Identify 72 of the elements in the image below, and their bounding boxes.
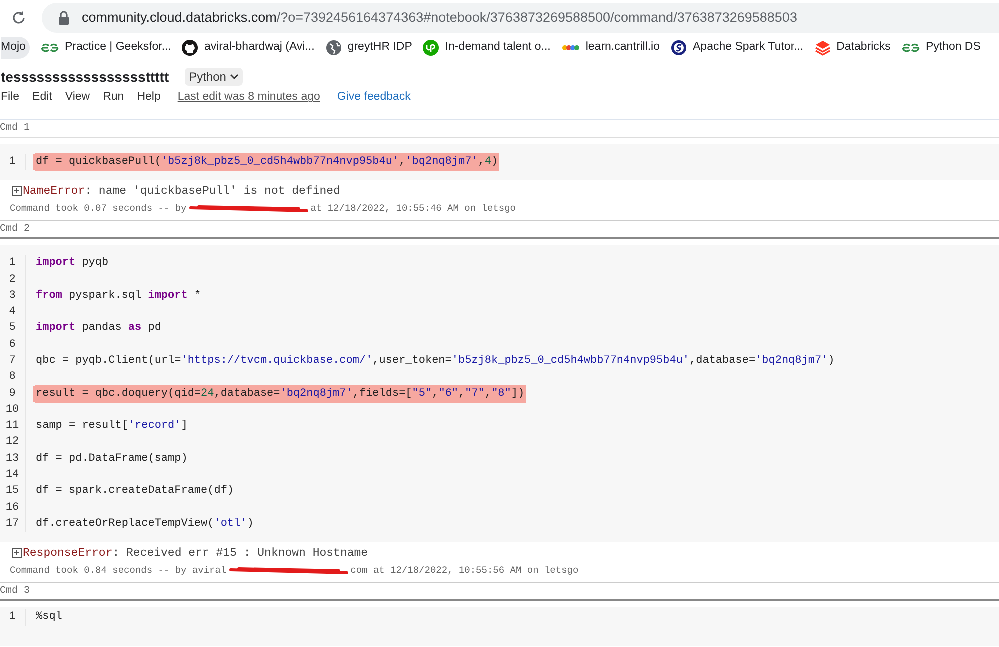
- last-edit-link[interactable]: Last edit was 8 minutes ago: [178, 89, 320, 107]
- menu-item[interactable]: Help: [137, 89, 161, 107]
- caret-icon: [230, 74, 240, 80]
- code-line: qbc = pyqb.Client(url='https://tvcm.quickbase.com/',user_token='b5zj8k_pbz5_0_cd5h4wbb77n4nvp95b4u',database='bq2nq8jm7'): [35, 354, 836, 369]
- code-line: %sql: [35, 610, 64, 626]
- line-number: 1: [9, 610, 16, 626]
- command-run-info: com at 12/18/2022, 10:55:56 AM on letsgo: [350, 564, 579, 578]
- bookmark-link[interactable]: Apache Spark Tutor...: [671, 39, 804, 57]
- cell-label: Cmd 3: [0, 584, 30, 599]
- bookmark-favicon-icon: [40, 43, 59, 53]
- bookmark-favicon-icon: [423, 40, 440, 56]
- line-number: 16: [6, 500, 20, 516]
- line-number: 15: [6, 484, 20, 500]
- line-number: 8: [9, 370, 16, 386]
- menu-item[interactable]: Edit: [32, 89, 52, 107]
- code-line: from pyspark.sql import *: [35, 288, 202, 304]
- bookmark-link[interactable]: Databricks: [814, 39, 891, 57]
- code-line: samp = result['record']: [35, 419, 189, 434]
- bookmark-favicon-icon: [671, 40, 688, 56]
- bookmark-link[interactable]: greytHR IDP: [326, 39, 412, 57]
- expand-icon[interactable]: [12, 548, 22, 558]
- code-line: df.createOrReplaceTempView('otl'): [35, 516, 255, 532]
- address-bar[interactable]: community.cloud.databricks.com/?o=7392456164374363#notebook/3763873269588500/command/3763873269588503: [42, 3, 999, 33]
- language-dropdown[interactable]: Python: [185, 68, 244, 86]
- line-number: 10: [6, 402, 20, 418]
- line-number: 9: [9, 386, 16, 402]
- code-line: df = pd.DataFrame(samp): [35, 452, 189, 467]
- expand-icon[interactable]: [12, 186, 22, 196]
- bookmark-link[interactable]: Python DS: [902, 39, 981, 57]
- lock-icon: [58, 11, 70, 25]
- menu-item[interactable]: File: [1, 89, 20, 107]
- line-number: 13: [6, 452, 20, 467]
- bookmark-favicon-icon: [902, 43, 920, 53]
- line-number: 1: [9, 256, 16, 272]
- bookmark-favicon-icon: [326, 40, 342, 56]
- cell-label: Cmd 2: [0, 222, 30, 237]
- code-line: df = spark.createDataFrame(df): [35, 484, 236, 500]
- code-cell[interactable]: 1 %sql: [0, 607, 999, 646]
- bookmark-link[interactable]: aviral-bhardwaj (Avi...: [182, 39, 315, 57]
- line-number: 11: [6, 419, 20, 434]
- menu-item[interactable]: Run: [103, 89, 124, 107]
- error-message: NameError: name 'quickbasePull' is not defined: [23, 184, 340, 200]
- bookmark-link[interactable]: In-demand talent o...: [423, 39, 551, 57]
- notebook-title: tesssssssssssssssssttttt: [1, 68, 170, 86]
- line-number: 14: [6, 468, 20, 484]
- bookmark-favicon-icon: [562, 43, 580, 53]
- code-line: import pyqb: [35, 256, 110, 272]
- line-number: 1: [9, 154, 16, 170]
- error-message: ResponseError: Received err #15 : Unknown Hostname: [23, 546, 368, 562]
- bookmark-chip[interactable]: Mojo: [1, 37, 30, 59]
- command-timing: Command took 0.07 seconds -- by: [10, 202, 187, 216]
- bookmark-favicon-icon: [814, 40, 831, 56]
- code-cell[interactable]: 1 df = quickbasePull('b5zj8k_pbz5_0_cd5h4wbb77n4nvp95b4u','bq2nq8jm7',4): [0, 144, 999, 180]
- line-number: 17: [6, 516, 20, 532]
- line-number: 2: [9, 272, 16, 288]
- command-timing: Command took 0.84 seconds -- by aviral: [10, 564, 227, 578]
- line-number: 12: [6, 435, 20, 450]
- code-line: import pandas as pd: [35, 321, 162, 336]
- code-cell[interactable]: [0, 245, 999, 542]
- url-text: community.cloud.databricks.com/?o=7392456164374363#notebook/3763873269588500/command/3763873269588503: [82, 8, 798, 27]
- bookmark-favicon-icon: [182, 40, 198, 56]
- bookmark-link[interactable]: learn.cantrill.io: [562, 39, 660, 57]
- line-number: 3: [9, 288, 16, 304]
- command-run-info: at 12/18/2022, 10:55:46 AM on letsgo: [310, 202, 516, 216]
- feedback-link[interactable]: Give feedback: [337, 89, 411, 107]
- cell-label: Cmd 1: [0, 122, 30, 136]
- line-number: 4: [9, 305, 16, 320]
- menu-item[interactable]: View: [65, 89, 90, 107]
- line-number: 7: [9, 354, 16, 369]
- bookmark-link[interactable]: Practice | Geeksfor...: [40, 39, 172, 57]
- line-number: 6: [9, 338, 16, 353]
- line-number: 5: [9, 321, 16, 336]
